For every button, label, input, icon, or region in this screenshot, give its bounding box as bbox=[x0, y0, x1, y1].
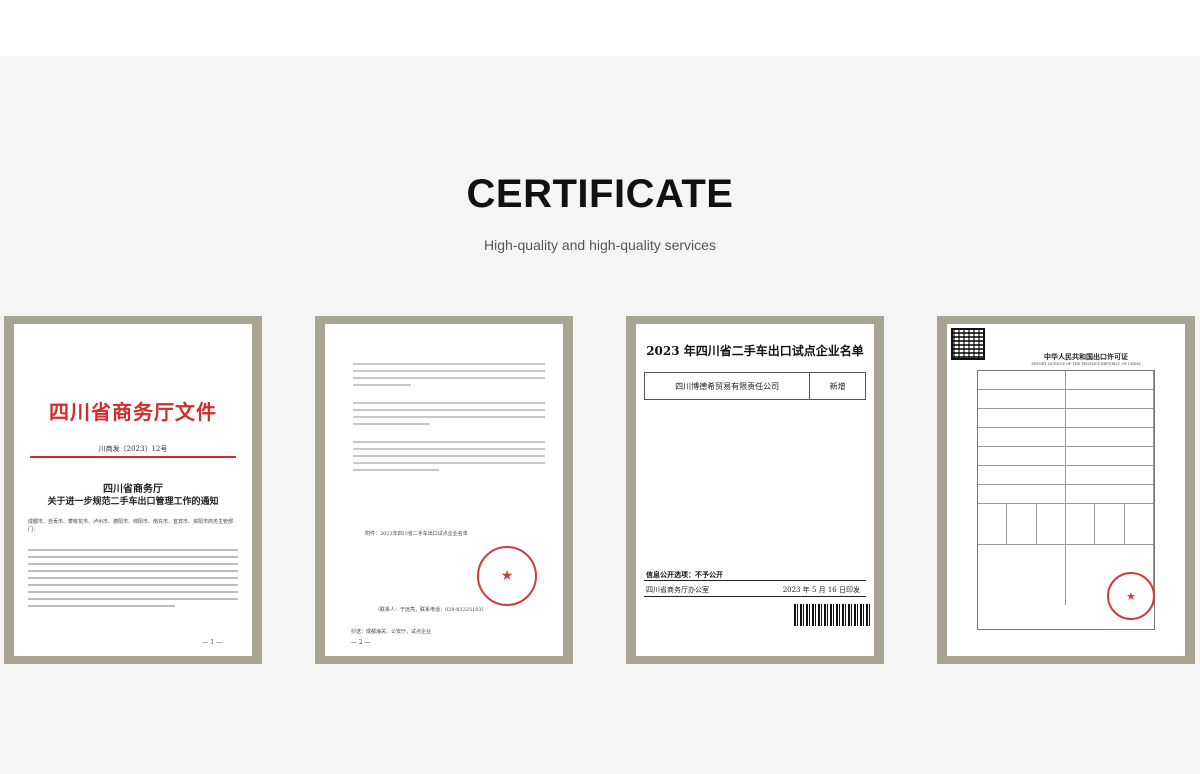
official-seal-stamp: ★ bbox=[477, 546, 537, 606]
doc3-date: 2023 年 5 月 16 日印发 bbox=[782, 586, 860, 594]
top-band bbox=[0, 0, 1200, 56]
doc2-page-number: — 2 — bbox=[351, 639, 371, 646]
certificate-image-1: 四川省商务厅文件 川商发〔2023〕12号 四川省商务厅 关于进一步规范二手车出… bbox=[14, 324, 252, 656]
doc1-page-number: — 1 — bbox=[202, 639, 222, 646]
doc3-disclosure: 信息公开选项：不予公开 bbox=[646, 571, 723, 579]
doc1-notice-title: 关于进一步规范二手车出口管理工作的通知 bbox=[47, 497, 219, 507]
certificate-image-2: 附件：2023年四川省二手车出口试点企业名单 ★ （联系人：于远亮，联系电话：0… bbox=[325, 324, 563, 656]
certificate-card-3[interactable]: 2023 年四川省二手车出口试点企业名单 四川博德希贸易有限责任公司 新增 信息… bbox=[626, 316, 884, 664]
doc3-rule-bottom bbox=[644, 596, 866, 597]
certificate-image-4: 中华人民共和国出口许可证 EXPORT LICENCE OF THE PEOPL… bbox=[947, 324, 1185, 656]
section-subtitle: High-quality and high-quality services bbox=[484, 237, 716, 253]
doc1-red-rule bbox=[30, 456, 236, 458]
doc2-contact: （联系人：于远亮，联系电话：028-83225103） bbox=[375, 607, 487, 613]
doc3-office: 四川省商务厅办公室 bbox=[646, 586, 709, 594]
doc3-rule-top bbox=[644, 580, 866, 581]
doc1-body bbox=[28, 544, 238, 612]
certificate-image-3: 2023 年四川省二手车出口试点企业名单 四川博德希贸易有限责任公司 新增 信息… bbox=[636, 324, 874, 656]
licence-seal-stamp: ★ bbox=[1107, 572, 1155, 620]
doc4-title-en: EXPORT LICENCE OF THE PEOPLE'S REPUBLIC … bbox=[1031, 362, 1141, 366]
qr-code-icon bbox=[951, 328, 985, 360]
doc3-company: 四川博德希贸易有限责任公司 bbox=[645, 373, 811, 399]
doc1-org: 四川省商务厅 bbox=[103, 484, 163, 495]
doc2-cc: 抄送：成都海关、公安厅，试点企业 bbox=[351, 629, 432, 635]
certificate-card-1[interactable]: 四川省商务厅文件 川商发〔2023〕12号 四川省商务厅 关于进一步规范二手车出… bbox=[4, 316, 262, 664]
doc2-body bbox=[353, 358, 545, 476]
certificate-card-2[interactable]: 附件：2023年四川省二手车出口试点企业名单 ★ （联系人：于远亮，联系电话：0… bbox=[315, 316, 573, 664]
doc3-status: 新增 bbox=[829, 381, 846, 391]
doc3-title: 2023 年四川省二手车出口试点企业名单 bbox=[646, 344, 864, 358]
certificate-card-4[interactable]: 中华人民共和国出口许可证 EXPORT LICENCE OF THE PEOPL… bbox=[937, 316, 1195, 664]
doc1-docnum: 川商发〔2023〕12号 bbox=[98, 445, 168, 453]
doc3-table: 四川博德希贸易有限责任公司 新增 bbox=[644, 372, 866, 400]
barcode-icon bbox=[794, 604, 870, 626]
doc4-title-cn: 中华人民共和国出口许可证 bbox=[1044, 352, 1128, 361]
doc1-header: 四川省商务厅文件 bbox=[49, 400, 217, 424]
doc2-attachment: 附件：2023年四川省二手车出口试点企业名单 bbox=[365, 531, 468, 537]
section-title: CERTIFICATE bbox=[466, 172, 734, 216]
doc1-recipients: 成都市、自贡市、攀枝花市、泸州市、德阳市、绵阳市、南充市、宜宾市、资阳市商务主管… bbox=[28, 519, 234, 533]
